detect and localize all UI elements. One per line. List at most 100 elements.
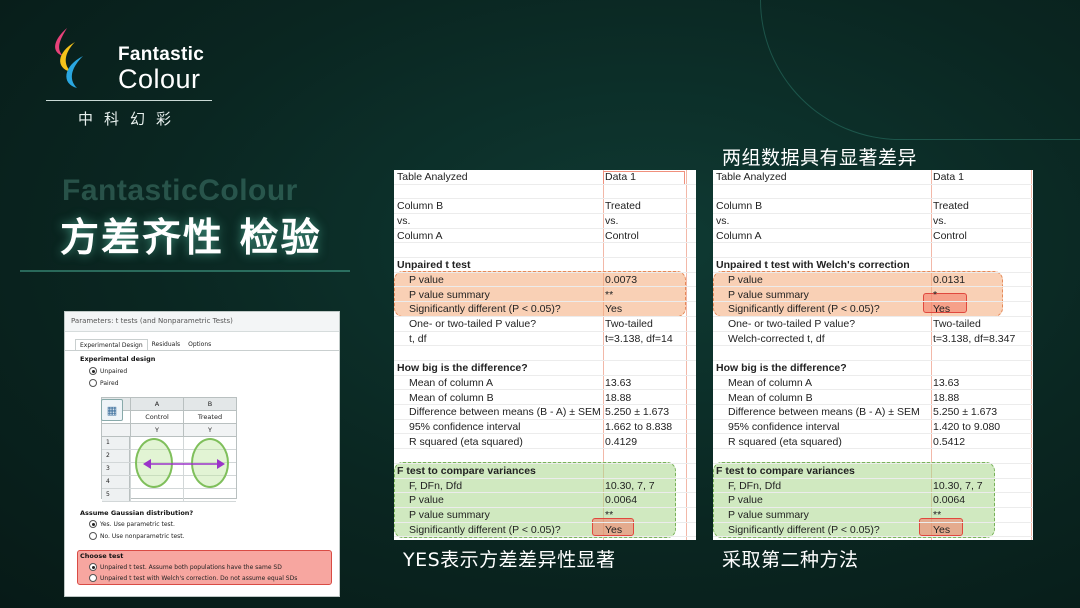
result-value: 1.662 to 8.838 <box>605 420 673 433</box>
result-row: P value 0.0064 <box>394 493 696 508</box>
grid-y-a: Y <box>130 424 183 436</box>
result-label: R squared (eta squared) <box>728 435 842 448</box>
radio-gaussian-yes[interactable]: Yes. Use parametric test. <box>89 520 175 528</box>
result-label: Column A <box>397 229 443 242</box>
result-row: Difference between means (B - A) ± SEM 5.… <box>394 405 696 420</box>
brand-name-line2: Colour <box>118 64 201 94</box>
result-value: 0.0131 <box>933 273 966 286</box>
result-row: Difference between means (B - A) ± SEM 5.… <box>713 405 1033 420</box>
result-row: Mean of column A 13.63 <box>394 376 696 391</box>
result-value: ** <box>605 509 614 522</box>
result-value: t=3.138, df=8.347 <box>933 332 1016 345</box>
row-number: 3 <box>102 463 130 475</box>
result-row: t, df t=3.138, df=14 <box>394 332 696 347</box>
result-row: Significantly different (P < 0.05)? Yes <box>713 523 1033 538</box>
grid-col-b-name: Treated <box>183 411 236 423</box>
result-label: Significantly different (P < 0.05)? <box>409 303 561 316</box>
result-value: 0.0073 <box>605 273 638 286</box>
result-label: P value <box>409 273 444 286</box>
result-row: P value 0.0131 <box>713 273 1033 288</box>
result-row: Significantly different (P < 0.05)? Yes <box>394 523 696 538</box>
grid-corner <box>102 424 130 436</box>
decorative-line <box>20 270 350 272</box>
result-label: R squared (eta squared) <box>409 435 523 448</box>
result-label: Significantly different (P < 0.05)? <box>728 523 880 536</box>
result-value: 5.250 ± 1.673 <box>605 406 670 419</box>
tab-residuals[interactable]: Residuals <box>148 339 184 350</box>
brand-logo: Fantastic Colour 中科幻彩 <box>40 22 220 132</box>
radio-selected-icon <box>89 520 97 528</box>
result-row: Unpaired t test with Welch's correction <box>713 258 1033 273</box>
result-row: R squared (eta squared) 0.4129 <box>394 435 696 450</box>
caption-yes-meaning: YES表示方差差异性显著 <box>403 549 616 571</box>
radio-gaussian-no[interactable]: No. Use nonparametric test. <box>89 532 185 540</box>
result-row: R squared (eta squared) 0.5412 <box>713 435 1033 450</box>
result-value: vs. <box>605 215 619 228</box>
grid-y-row: Y Y <box>102 424 236 437</box>
radio-unselected-icon <box>89 379 97 387</box>
result-row <box>713 346 1033 361</box>
page-title: 方差齐性 检验 <box>60 216 322 261</box>
result-label: 95% confidence interval <box>409 420 521 433</box>
result-value: Yes <box>605 303 623 316</box>
result-label: One- or two-tailed P value? <box>728 318 856 330</box>
result-value: 10.30, 7, 7 <box>933 479 983 492</box>
result-label: Mean of column A <box>728 376 813 389</box>
result-row: Mean of column B 18.88 <box>713 391 1033 405</box>
result-row: P value 0.0073 <box>394 273 696 288</box>
radio-selected-icon <box>89 563 97 571</box>
result-value: ** <box>933 509 942 522</box>
radio-unpaired-label: Unpaired <box>100 367 128 375</box>
grid-cell <box>130 489 183 501</box>
result-row: Column A Control <box>394 229 696 244</box>
row-number: 1 <box>102 437 130 449</box>
result-row <box>713 244 1033 258</box>
result-row: vs. vs. <box>394 214 696 229</box>
radio-gaussian-no-label: No. Use nonparametric test. <box>100 532 185 540</box>
result-label: Unpaired t test <box>397 259 471 272</box>
result-label: F, DFn, Dfd <box>409 479 463 492</box>
result-row: Column B Treated <box>713 199 1033 214</box>
radio-paired[interactable]: Paired <box>89 379 119 387</box>
result-row: F, DFn, Dfd 10.30, 7, 7 <box>713 479 1033 494</box>
tab-options[interactable]: Options <box>184 339 215 350</box>
result-row: Table Analyzed Data 1 <box>713 170 1033 185</box>
result-label: How big is the difference? <box>397 362 528 375</box>
radio-paired-label: Paired <box>100 379 119 387</box>
result-row: Significantly different (P < 0.05)? Yes <box>394 302 696 317</box>
result-value: 18.88 <box>605 391 632 404</box>
radio-welch-t-test[interactable]: Unpaired t test with Welch's correction.… <box>89 574 297 582</box>
result-label: How big is the difference? <box>716 362 847 375</box>
brand-name-line1: Fantastic <box>118 44 205 65</box>
grid-col-a: A <box>130 398 183 410</box>
row-number: 4 <box>102 476 130 488</box>
brand-name-cn: 中科幻彩 <box>78 110 183 128</box>
result-label: vs. <box>716 215 730 228</box>
result-row: 95% confidence interval 1.420 to 9.080 <box>713 420 1033 435</box>
result-value: 0.4129 <box>605 435 638 448</box>
caption-significant-difference: 两组数据具有显著差异 <box>722 147 918 169</box>
result-row: Mean of column B 18.88 <box>394 391 696 405</box>
brand-flame-icon <box>55 28 83 88</box>
comparison-illustration <box>131 438 235 490</box>
row-number: 5 <box>102 489 130 501</box>
result-value: vs. <box>933 215 947 228</box>
result-label: t, df <box>409 332 427 345</box>
grid-y-b: Y <box>183 424 236 436</box>
result-row: Welch-corrected t, df t=3.138, df=8.347 <box>713 332 1033 347</box>
grid-cell <box>183 489 236 501</box>
radio-welch-t-test-label: Unpaired t test with Welch's correction.… <box>100 574 298 582</box>
result-row: F test to compare variances <box>394 464 696 479</box>
result-label: Table Analyzed <box>397 171 468 183</box>
result-label: P value summary <box>728 509 809 522</box>
result-value: 0.0064 <box>605 494 638 507</box>
brand-divider <box>46 100 212 101</box>
radio-unpaired[interactable]: Unpaired <box>89 367 127 375</box>
radio-unpaired-t-test[interactable]: Unpaired t test. Assume both populations… <box>89 563 282 571</box>
result-value: 13.63 <box>605 376 632 389</box>
double-arrow-icon <box>143 459 225 469</box>
result-value: Control <box>605 229 639 242</box>
results-panel-unpaired: Table Analyzed Data 1 Column B Treated vs. vs… <box>394 170 696 540</box>
tab-experimental-design[interactable]: Experimental Design <box>75 339 148 350</box>
radio-unselected-icon <box>89 532 97 540</box>
